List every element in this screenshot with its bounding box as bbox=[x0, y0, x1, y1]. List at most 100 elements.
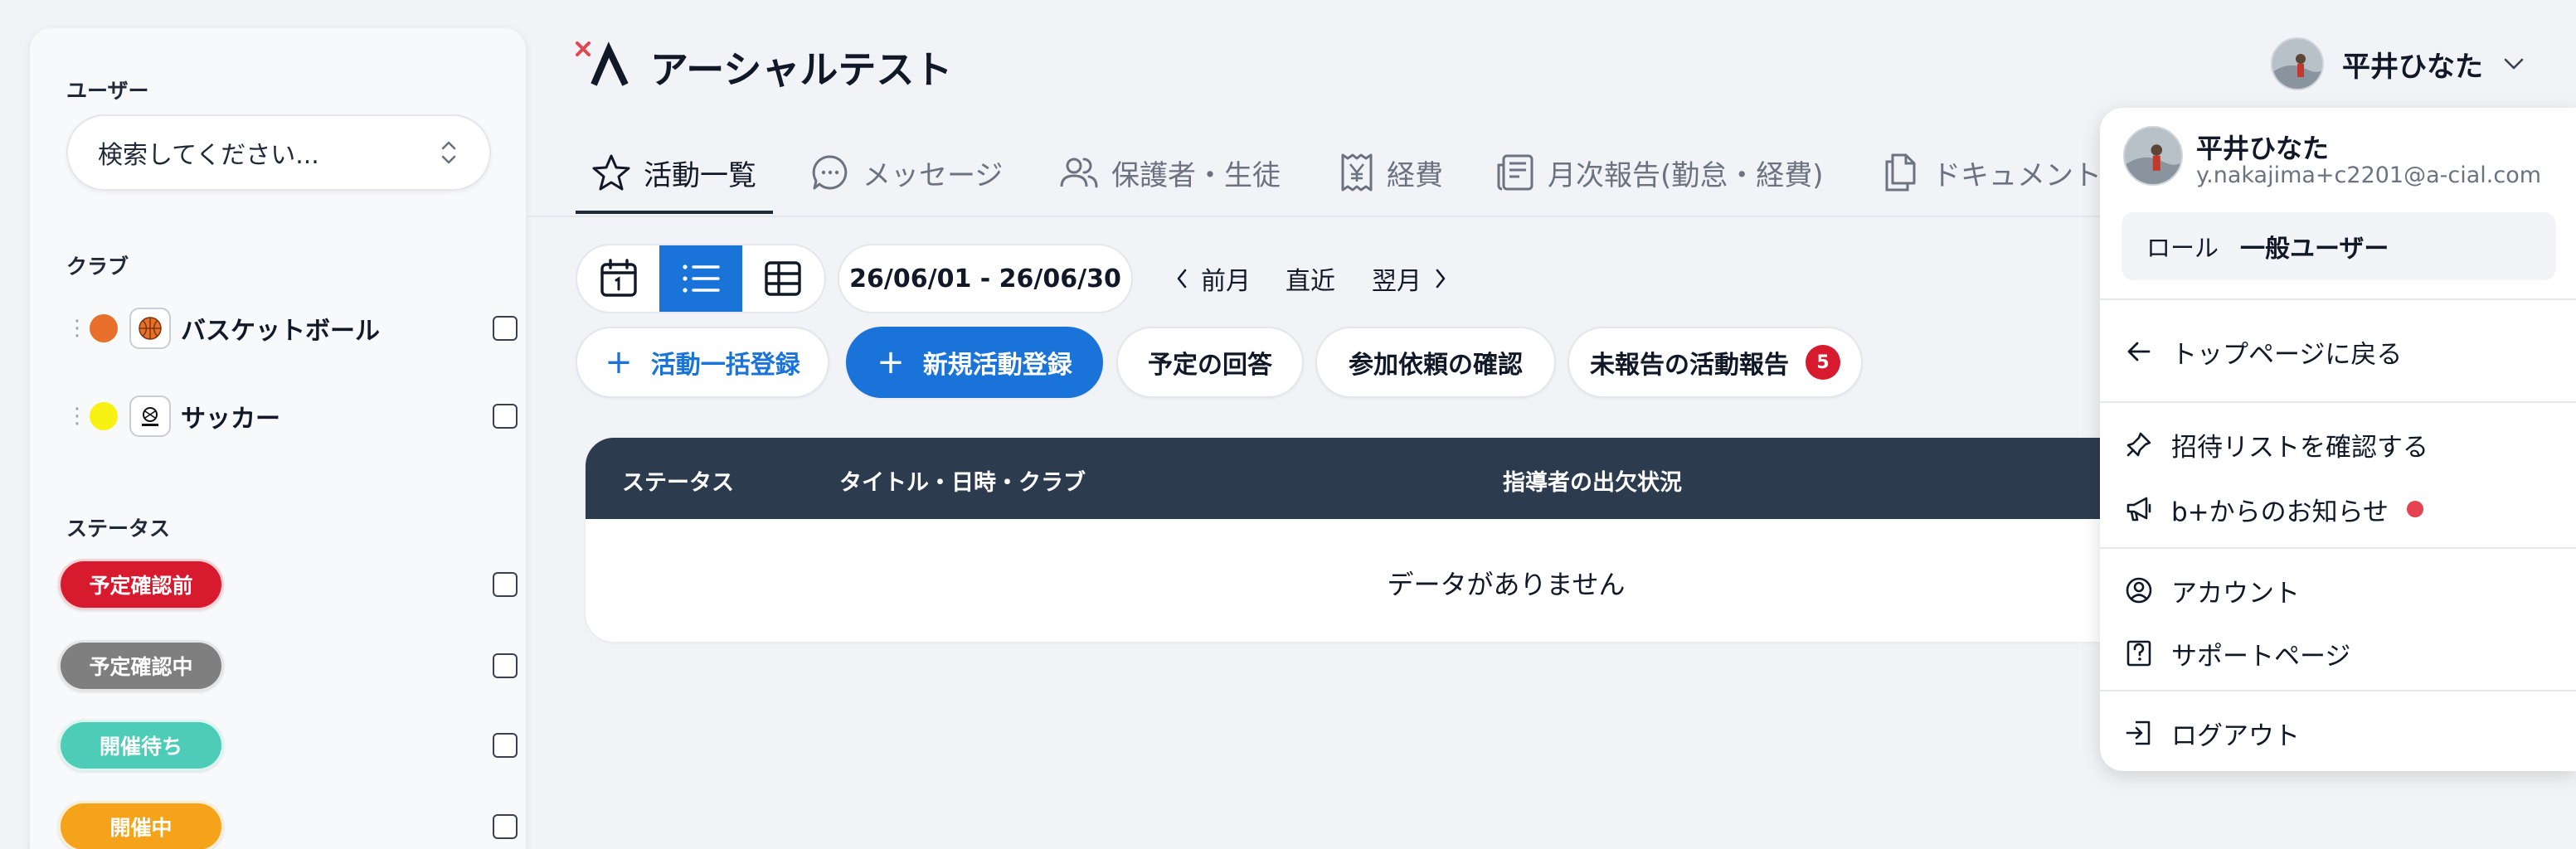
calendar-view-button[interactable] bbox=[577, 245, 659, 312]
role-label: ロール bbox=[2146, 234, 2219, 262]
club-checkbox-soccer[interactable] bbox=[493, 404, 518, 429]
participation-check-button[interactable]: 参加依頼の確認 bbox=[1315, 327, 1556, 398]
club-filter-label: クラブ bbox=[66, 255, 129, 279]
prev-month-label: 前月 bbox=[1201, 267, 1251, 296]
plus-icon: + bbox=[605, 343, 633, 381]
menu-item-logout[interactable]: ログアウト bbox=[2123, 710, 2300, 756]
yen-receipt-icon bbox=[1339, 152, 1375, 193]
user-search-placeholder: 検索してください... bbox=[98, 141, 319, 170]
next-month-label: 翌月 bbox=[1372, 267, 1422, 296]
status-checkbox[interactable] bbox=[493, 814, 518, 839]
menu-item-label: トップページに戻る bbox=[2171, 339, 2403, 370]
calendar-icon bbox=[598, 258, 639, 299]
role-value: 一般ユーザー bbox=[2240, 235, 2389, 264]
logout-icon bbox=[2123, 719, 2155, 747]
schedule-answer-button[interactable]: 予定の回答 bbox=[1116, 327, 1304, 398]
new-activity-label: 新規活動登録 bbox=[922, 351, 1072, 380]
plus-icon: + bbox=[877, 343, 905, 381]
user-circle-icon bbox=[2123, 576, 2155, 604]
user-avatar bbox=[2271, 37, 2324, 90]
status-item: 予定確認前 bbox=[58, 559, 527, 610]
status-checkbox[interactable] bbox=[493, 733, 518, 758]
megaphone-icon bbox=[2123, 496, 2155, 522]
club-name: サッカー bbox=[181, 405, 280, 434]
club-color-dot bbox=[90, 402, 118, 430]
chat-icon bbox=[809, 152, 851, 193]
active-tab-indicator bbox=[576, 211, 773, 214]
status-checkbox[interactable] bbox=[493, 653, 518, 678]
chevron-up-down-icon bbox=[438, 138, 459, 167]
help-page-icon bbox=[2123, 639, 2155, 667]
bulk-register-button[interactable]: + 活動一括登録 bbox=[576, 327, 829, 398]
menu-item-invite-list[interactable]: 招待リストを確認する bbox=[2123, 421, 2428, 468]
basketball-icon bbox=[129, 308, 171, 349]
tab-documents[interactable]: ドキュメント bbox=[1879, 146, 2102, 199]
club-color-dot bbox=[90, 314, 118, 342]
tab-activities[interactable]: 活動一覧 bbox=[591, 146, 756, 199]
drag-handle-icon[interactable]: ⋮⋮ bbox=[66, 404, 107, 429]
menu-item-label: b+からのお知らせ bbox=[2171, 497, 2389, 527]
tab-label: 活動一覧 bbox=[644, 158, 756, 192]
dropdown-user-name: 平井ひなた bbox=[2196, 133, 2330, 164]
menu-divider bbox=[2100, 401, 2576, 403]
menu-item-label: サポートページ bbox=[2171, 641, 2351, 672]
soccer-icon bbox=[129, 395, 171, 437]
prev-month-link[interactable]: 前月 bbox=[1176, 260, 1251, 297]
user-dropdown-menu: 平井ひなた y.nakajima+c2201@a-cial.com ロール 一般… bbox=[2100, 108, 2576, 771]
menu-item-news[interactable]: b+からのお知らせ bbox=[2123, 486, 2424, 532]
status-checkbox[interactable] bbox=[493, 572, 518, 597]
tab-messages[interactable]: メッセージ bbox=[809, 146, 1003, 199]
column-header-title: タイトル・日時・クラブ bbox=[839, 470, 1086, 496]
status-item: 開催待ち bbox=[58, 720, 527, 771]
tab-label: メッセージ bbox=[863, 158, 1004, 192]
chevron-down-icon bbox=[2503, 56, 2525, 71]
tab-monthly-report[interactable]: 月次報告(勤怠・経費) bbox=[1495, 146, 1824, 199]
column-header-attendance: 指導者の出欠状況 bbox=[1503, 470, 1682, 496]
unread-dot bbox=[2407, 501, 2424, 517]
drag-handle-icon[interactable]: ⋮⋮ bbox=[66, 316, 107, 341]
date-range-picker[interactable]: 26/06/01 - 26/06/30 bbox=[838, 244, 1133, 313]
status-badge: 開催待ち bbox=[58, 720, 224, 771]
menu-item-support[interactable]: サポートページ bbox=[2123, 630, 2350, 677]
tab-label: 経費 bbox=[1387, 158, 1443, 192]
next-month-link[interactable]: 翌月 bbox=[1372, 260, 1446, 297]
current-link[interactable]: 直近 bbox=[1286, 260, 1335, 297]
club-item-basketball: ⋮⋮ バスケットボール bbox=[66, 303, 527, 353]
document-icon bbox=[1879, 152, 1921, 193]
app-title: アーシャルテスト bbox=[650, 47, 953, 92]
menu-divider bbox=[2100, 547, 2576, 549]
menu-item-label: ログアウト bbox=[2171, 720, 2300, 751]
table-view-button[interactable] bbox=[742, 245, 824, 312]
menu-item-label: アカウント bbox=[2171, 578, 2300, 609]
user-search-select[interactable]: 検索してください... bbox=[66, 114, 491, 191]
dropdown-avatar bbox=[2123, 126, 2183, 186]
pin-icon bbox=[2123, 431, 2155, 458]
role-info: ロール 一般ユーザー bbox=[2122, 212, 2556, 280]
users-icon bbox=[1058, 152, 1100, 193]
new-activity-button[interactable]: + 新規活動登録 bbox=[846, 327, 1103, 398]
status-filter-label: ステータス bbox=[66, 517, 171, 541]
chevron-left-icon bbox=[1176, 268, 1188, 289]
menu-item-back-to-top[interactable]: トップページに戻る bbox=[2123, 328, 2402, 375]
menu-divider bbox=[2100, 298, 2576, 300]
tab-label: 月次報告(勤怠・経費) bbox=[1548, 158, 1824, 192]
club-checkbox-basketball[interactable] bbox=[493, 316, 518, 341]
report-icon bbox=[1495, 152, 1536, 193]
menu-item-label: 招待リストを確認する bbox=[2171, 432, 2428, 463]
list-view-button[interactable] bbox=[659, 245, 742, 312]
menu-item-account[interactable]: アカウント bbox=[2123, 567, 2300, 614]
status-badge: 予定確認中 bbox=[58, 640, 224, 691]
bulk-register-label: 活動一括登録 bbox=[650, 351, 800, 380]
unreported-report-button[interactable]: 未報告の活動報告 5 bbox=[1567, 327, 1863, 398]
column-header-status: ステータス bbox=[622, 470, 734, 496]
user-menu-button[interactable]: 平井ひなた bbox=[2271, 36, 2525, 91]
filter-sidebar: ユーザー 検索してください... クラブ ⋮⋮ バスケットボール ⋮⋮ サッカー… bbox=[30, 28, 526, 849]
chevron-right-icon bbox=[1435, 268, 1446, 289]
status-badge: 開催中 bbox=[58, 801, 224, 849]
tab-guardians-students[interactable]: 保護者・生徒 bbox=[1058, 146, 1281, 199]
menu-divider bbox=[2100, 690, 2576, 691]
status-item: 開催中 bbox=[58, 801, 527, 849]
app-logo[interactable] bbox=[576, 41, 634, 88]
club-item-soccer: ⋮⋮ サッカー bbox=[66, 391, 527, 441]
tab-expenses[interactable]: 経費 bbox=[1339, 146, 1443, 199]
